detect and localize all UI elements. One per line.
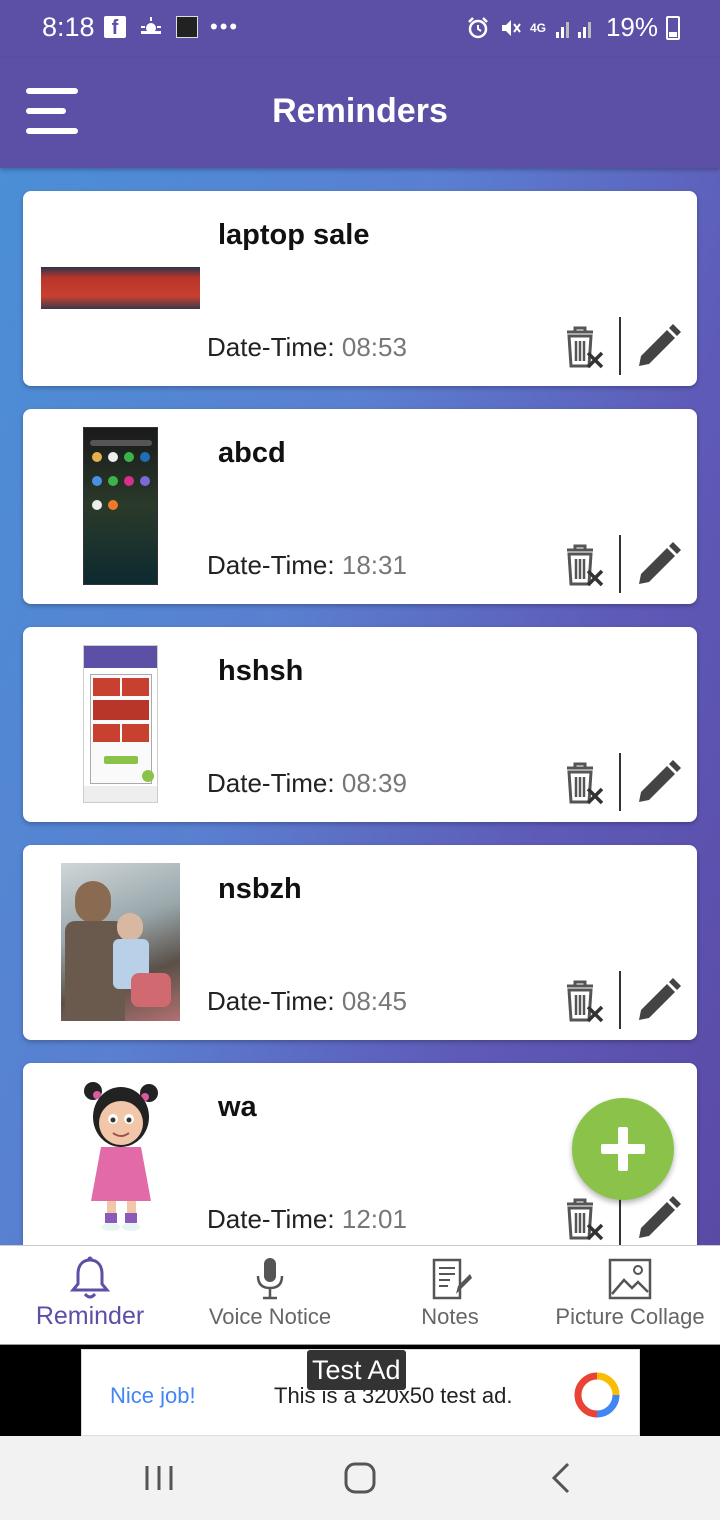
- notes-icon: [432, 1258, 472, 1300]
- status-icons-right: 4G 19%: [466, 12, 680, 43]
- test-ad-label: Test Ad: [307, 1350, 406, 1390]
- reminder-thumbnail: [84, 1082, 158, 1231]
- reminder-datetime: Date-Time: 08:53: [207, 332, 407, 363]
- reminder-title: laptop sale: [218, 219, 370, 251]
- edit-pencil-icon[interactable]: [635, 324, 681, 370]
- app-icon: [176, 16, 198, 38]
- delete-icon[interactable]: [561, 324, 609, 372]
- reminder-title: abcd: [218, 437, 286, 469]
- edit-pencil-icon[interactable]: [635, 978, 681, 1024]
- ad-headline: Nice job!: [110, 1383, 196, 1408]
- datetime-label: Date-Time:: [207, 986, 335, 1016]
- datetime-label: Date-Time:: [207, 550, 335, 580]
- recent-apps-icon[interactable]: [139, 1458, 179, 1498]
- add-reminder-button[interactable]: [572, 1098, 674, 1200]
- datetime-label: Date-Time:: [207, 768, 335, 798]
- reminder-datetime: Date-Time: 08:45: [207, 986, 407, 1017]
- delete-icon[interactable]: [561, 760, 609, 808]
- facebook-icon: f: [104, 16, 126, 39]
- action-divider: [619, 535, 621, 593]
- reminder-datetime: Date-Time: 18:31: [207, 550, 407, 581]
- datetime-value: 08:53: [341, 332, 407, 362]
- datetime-value: 08:39: [341, 768, 407, 798]
- reminder-card[interactable]: nsbzh Date-Time: 08:45: [23, 845, 697, 1040]
- image-icon: [608, 1258, 652, 1300]
- signal-icon: [555, 21, 591, 38]
- reminder-datetime: Date-Time: 12:01: [207, 1204, 407, 1235]
- edit-pencil-icon[interactable]: [635, 1196, 681, 1242]
- status-bar: 8:18 f ••• 4G 19%: [0, 0, 720, 58]
- home-icon[interactable]: [340, 1458, 380, 1498]
- reminder-datetime: Date-Time: 08:39: [207, 768, 407, 799]
- nav-item-reminder[interactable]: Reminder: [0, 1246, 180, 1346]
- battery-icon: [666, 15, 680, 40]
- datetime-label: Date-Time:: [207, 332, 335, 362]
- reminder-list[interactable]: laptop sale Date-Time: 08:53 abcd Date-T…: [0, 168, 720, 1245]
- edit-pencil-icon[interactable]: [635, 542, 681, 588]
- reminder-title: hshsh: [218, 655, 304, 687]
- ad-logo-icon: [574, 1372, 620, 1418]
- delete-icon[interactable]: [561, 542, 609, 590]
- nav-item-notes[interactable]: Notes: [360, 1246, 540, 1346]
- datetime-label: Date-Time:: [207, 1204, 335, 1234]
- microphone-icon: [256, 1258, 284, 1300]
- reminder-title: wa: [218, 1091, 257, 1123]
- battery-percent: 19%: [605, 12, 658, 42]
- network-type: 4G: [529, 20, 546, 35]
- delete-icon[interactable]: [561, 1196, 609, 1244]
- page-title: Reminders: [272, 92, 448, 130]
- nav-label: Voice Notice: [208, 1304, 332, 1329]
- bell-icon: [69, 1256, 111, 1299]
- reminder-card[interactable]: laptop sale Date-Time: 08:53: [23, 191, 697, 386]
- reminder-thumbnail: [83, 427, 158, 585]
- system-navigation-bar: [0, 1436, 720, 1520]
- reminder-card[interactable]: abcd Date-Time: 18:31: [23, 409, 697, 604]
- status-icons-left: f •••: [104, 14, 239, 40]
- nav-label: Notes: [421, 1304, 479, 1329]
- action-divider: [619, 317, 621, 375]
- nav-item-picture-collage[interactable]: Picture Collage: [540, 1246, 720, 1346]
- datetime-value: 18:31: [341, 550, 407, 580]
- datetime-value: 12:01: [341, 1204, 407, 1234]
- back-icon[interactable]: [542, 1458, 582, 1498]
- datetime-value: 08:45: [341, 986, 407, 1016]
- action-divider: [619, 971, 621, 1029]
- delete-icon[interactable]: [561, 978, 609, 1026]
- reminder-title: nsbzh: [218, 873, 302, 905]
- reminder-thumbnail: [41, 267, 200, 309]
- weather-icon: [141, 17, 161, 34]
- bottom-navigation: Reminder Voice Notice Notes Picture Coll…: [0, 1245, 720, 1345]
- nav-label: Picture Collage: [555, 1304, 705, 1329]
- reminder-thumbnail: [61, 863, 180, 1021]
- mute-icon: [501, 19, 521, 36]
- reminder-thumbnail: [83, 645, 158, 803]
- nav-item-voice-notice[interactable]: Voice Notice: [180, 1246, 360, 1346]
- action-divider: [619, 753, 621, 811]
- app-bar: Reminders: [0, 58, 720, 168]
- more-dots-icon: •••: [210, 14, 240, 39]
- reminder-card[interactable]: hshsh Date-Time: 08:39: [23, 627, 697, 822]
- nav-label: Reminder: [35, 1302, 145, 1330]
- status-time: 8:18: [42, 12, 95, 42]
- alarm-icon: [468, 16, 488, 38]
- edit-pencil-icon[interactable]: [635, 760, 681, 806]
